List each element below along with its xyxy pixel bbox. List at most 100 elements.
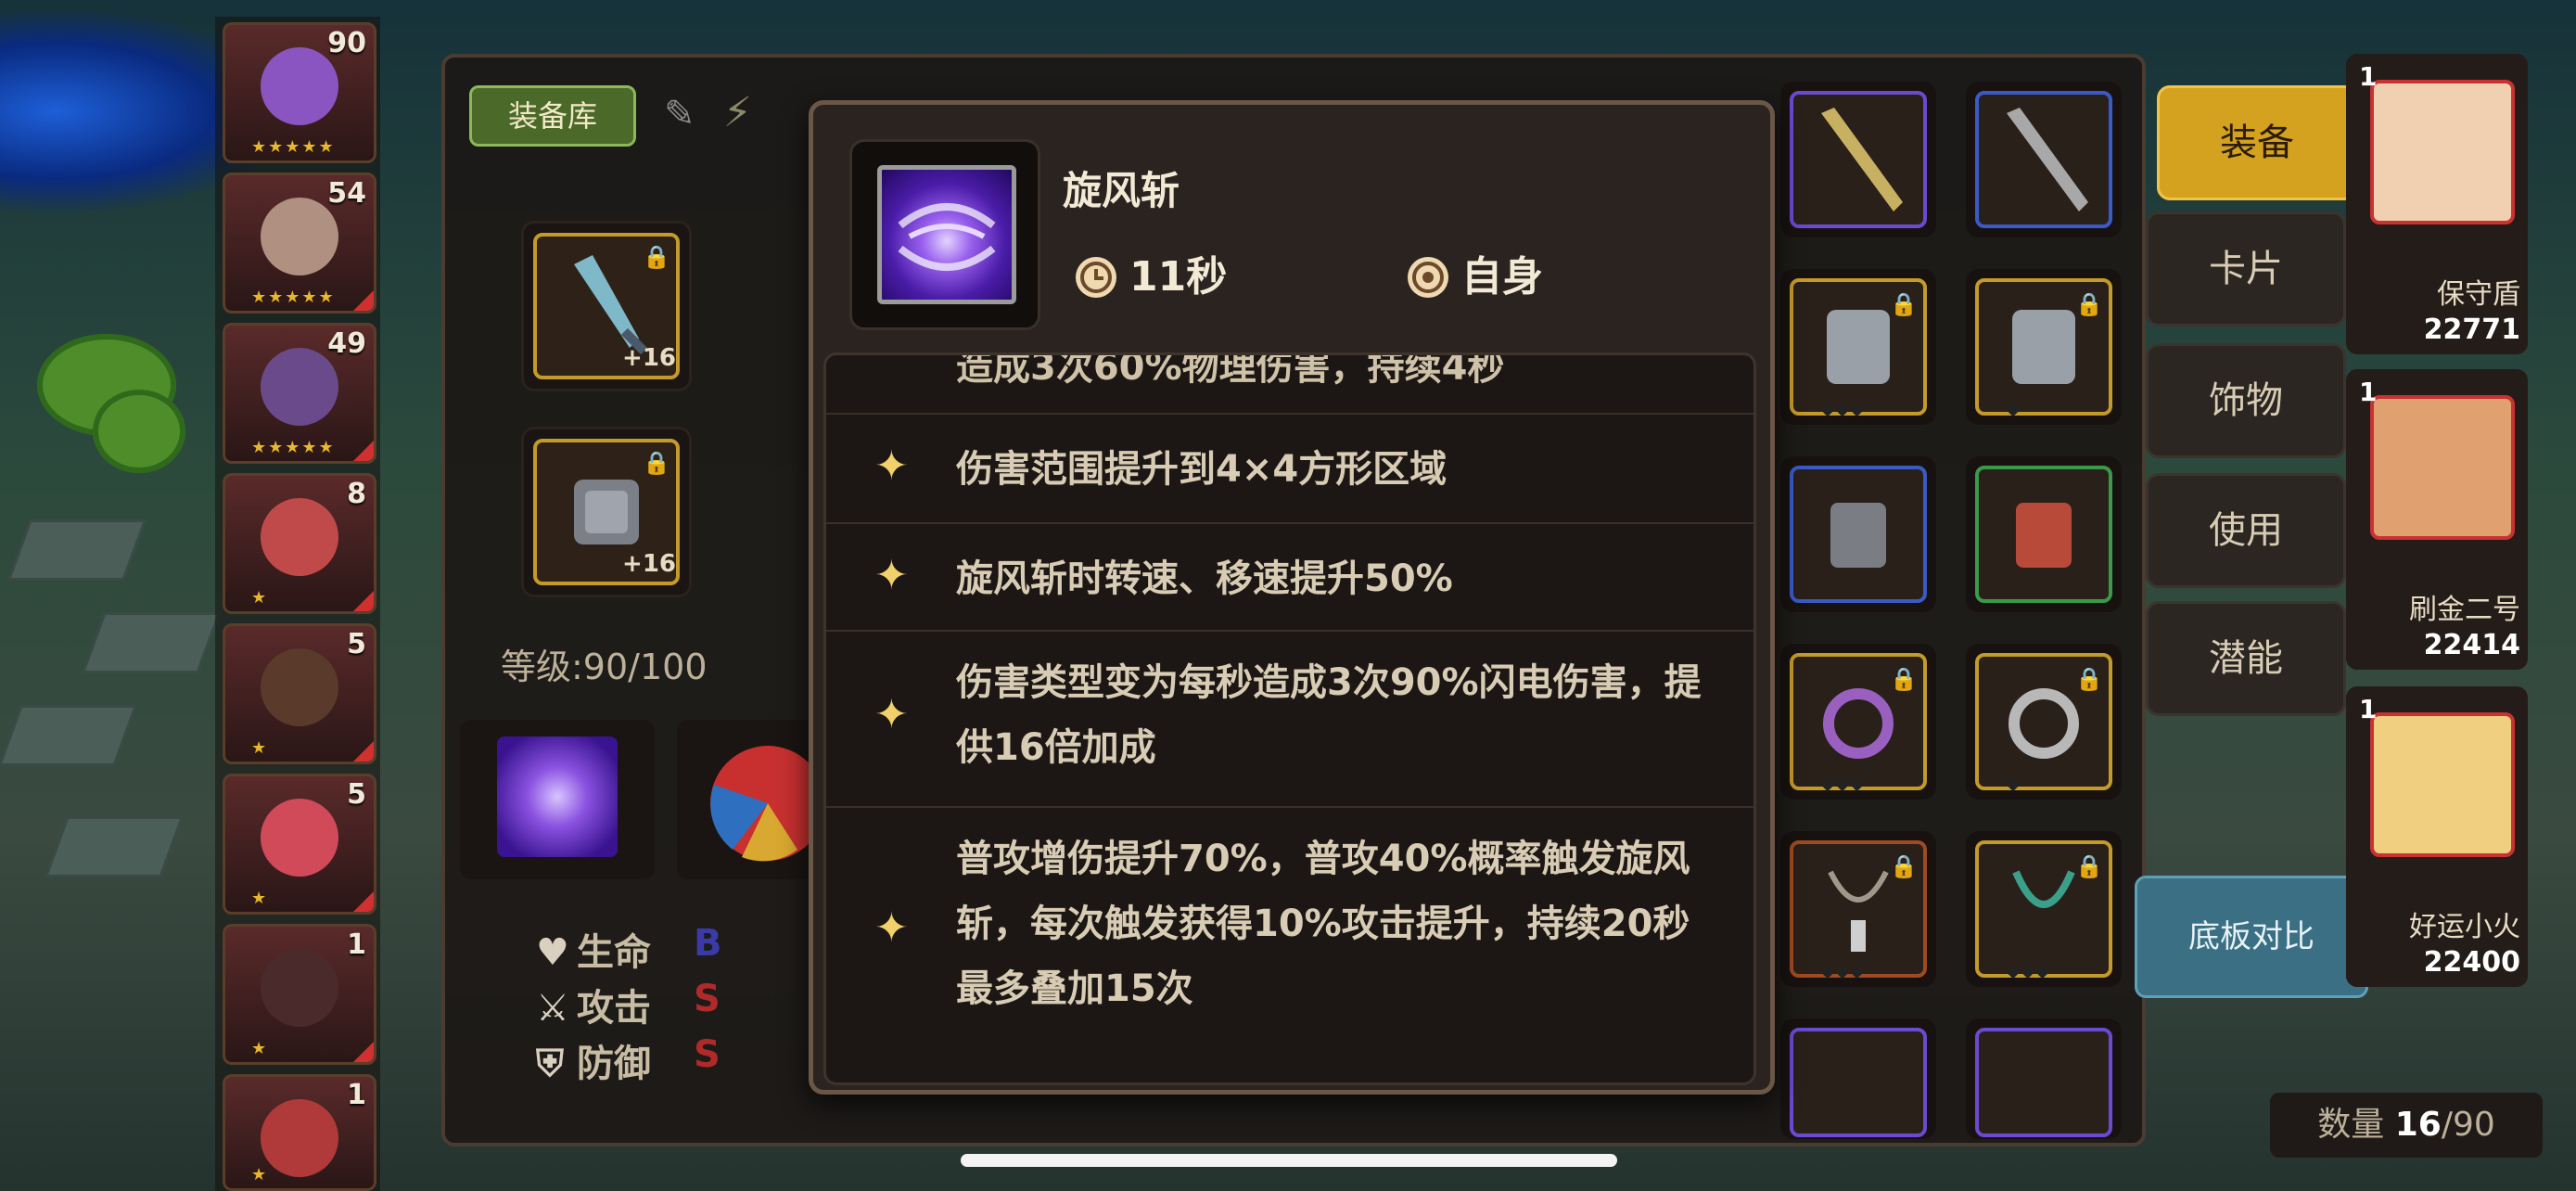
enhance-level: +16 — [622, 550, 676, 578]
hero-level: 1 — [347, 1079, 366, 1111]
sparkle-icon: ✦ — [874, 904, 909, 952]
roster-hero[interactable]: 5 ★ — [223, 774, 376, 915]
hero-level: 90 — [327, 27, 366, 59]
lock-icon: 🔒 — [2075, 666, 2103, 692]
hero-level: 5 — [347, 628, 366, 660]
inventory-item[interactable] — [1966, 82, 2122, 237]
skill-title: 旋风斩 — [1063, 168, 1180, 213]
inventory-item[interactable]: 🔒 ◆◆◆ — [1780, 269, 1936, 425]
blade-icon — [1821, 108, 1903, 211]
hero-card-power: 22400 — [2423, 946, 2520, 979]
hero-stars: ★★★★★ — [251, 137, 336, 157]
inventory-item[interactable] — [1780, 82, 1936, 237]
effect-row: ✦ 伤害类型变为每秒造成3次90%闪电伤害，提供16倍加成 — [826, 630, 1753, 808]
clipped-effect-text: 造成3次60%物理伤害，持续4秒 — [956, 352, 1505, 389]
tab-potential[interactable]: 潜能 — [2146, 601, 2346, 716]
stat-attack: ⚔ 攻击 — [536, 987, 651, 1030]
sparkle-icon: ✦ — [874, 442, 909, 490]
hero-stars: ★★★★★ — [251, 288, 336, 307]
lock-icon: 🔒 — [2075, 853, 2103, 879]
inventory-item[interactable]: 🔒 ◆◆◆ — [1966, 831, 2122, 987]
level-text: 等级:90/100 — [501, 647, 708, 687]
lock-icon: 🔒 — [643, 244, 670, 270]
effect-row: ✦ 伤害范围提升到4×4方形区域 — [826, 413, 1753, 524]
whirlwind-skill-icon — [497, 736, 618, 857]
lock-icon: 🔒 — [1890, 291, 1918, 317]
lightning-icon: ⚡ — [723, 89, 752, 136]
hero-stars: ★ — [251, 1165, 269, 1185]
lock-icon: 🔒 — [1890, 853, 1918, 879]
roster-hero[interactable]: 54 ★★★★★ — [223, 173, 376, 314]
hero-card-name: 刷金二号 — [2409, 594, 2520, 626]
inventory-item[interactable]: 🔒 ◆◆◆ — [1780, 644, 1936, 800]
element-wheel-slot[interactable] — [677, 720, 825, 879]
sparkle-icon: ✦ — [874, 691, 909, 738]
element-wheel-icon — [710, 746, 825, 862]
skill-cooldown: 11秒 — [1076, 243, 1227, 302]
hero-level: 49 — [327, 327, 366, 360]
hero-stars: ★ — [251, 738, 269, 758]
skill-description[interactable]: 造成3次60%物理伤害，持续4秒 ✦ 伤害范围提升到4×4方形区域 ✦ 旋风斩时… — [823, 352, 1756, 1085]
effect-row: ✦ 普攻增伤提升70%，普攻40%概率触发旋风斩，每次触发获得10%攻击提升，持… — [826, 806, 1753, 1077]
stat-defense-grade: S — [694, 1033, 721, 1076]
inventory-item[interactable]: 🔒 ◆ — [1966, 644, 2122, 800]
inventory-item[interactable]: 🔒 ◆ — [1966, 269, 2122, 425]
hero-level: 54 — [327, 177, 366, 210]
roster-hero[interactable]: 8 ★ — [223, 473, 376, 614]
armor-slot[interactable]: 🔒 +16 — [521, 427, 692, 597]
enhance-level: +16 — [622, 344, 676, 372]
blade-icon — [2007, 108, 2088, 211]
roster-hero[interactable]: 1 ★ — [223, 924, 376, 1065]
hero-level: 1 — [347, 928, 366, 961]
hero-card-name: 保守盾 — [2437, 278, 2520, 311]
hero-card-count: 1 — [2359, 61, 2378, 92]
inventory-item[interactable] — [1780, 1018, 1936, 1139]
sparkle-icon: ✦ — [874, 552, 909, 599]
inventory-item[interactable] — [1966, 456, 2122, 612]
lock-icon: 🔒 — [2075, 291, 2103, 317]
shield-icon: ⛨ — [536, 1043, 564, 1085]
roster-hero[interactable]: 5 ★ — [223, 623, 376, 764]
hero-card[interactable]: 1 保守盾 22771 — [2346, 54, 2528, 354]
hero-card-name: 好运小火 — [2409, 911, 2520, 943]
whirlwind-skill-icon — [877, 165, 1016, 304]
stat-hp-grade: B — [694, 922, 722, 965]
sword-small-icon: ⚔ — [536, 987, 569, 1030]
hero-card-power: 22414 — [2423, 629, 2520, 661]
tab-accessories[interactable]: 饰物 — [2146, 343, 2346, 458]
skill-slot[interactable] — [460, 720, 655, 879]
heart-icon: ♥ — [536, 931, 569, 974]
hero-level: 8 — [347, 478, 366, 510]
hero-card[interactable]: 1 好运小火 22400 — [2346, 686, 2528, 987]
edit-icon[interactable]: ✎ — [664, 93, 695, 135]
roster-hero[interactable]: 1 ★ — [223, 1074, 376, 1191]
weapon-slot[interactable]: 🔒 +16 — [521, 221, 692, 391]
skill-target: 自身 — [1408, 243, 1543, 302]
compare-button[interactable]: 底板对比 — [2135, 876, 2368, 998]
hero-roster[interactable]: 90 ★★★★★ 54 ★★★★★ 49 ★★★★★ 8 ★ 5 ★ 5 ★ 1… — [215, 17, 380, 1191]
tab-cards[interactable]: 卡片 — [2146, 211, 2346, 327]
stat-attack-grade: S — [694, 978, 721, 1020]
hero-card[interactable]: 1 刷金二号 22414 — [2346, 369, 2528, 670]
home-indicator[interactable] — [961, 1154, 1617, 1167]
roster-hero[interactable]: 49 ★★★★★ — [223, 323, 376, 464]
tab-use[interactable]: 使用 — [2146, 473, 2346, 588]
vest-icon — [2016, 503, 2072, 568]
inventory-count: 数量 16/90 — [2270, 1093, 2543, 1158]
equip-library-button[interactable]: 装备库 — [469, 85, 636, 147]
lock-icon: 🔒 — [643, 450, 670, 476]
hero-stars: ★ — [251, 588, 269, 608]
tab-equipment[interactable]: 装备 — [2157, 85, 2357, 200]
hero-card-count: 1 — [2359, 694, 2378, 724]
vest-icon — [1830, 503, 1886, 568]
stat-hp: ♥ 生命 — [536, 931, 651, 974]
hero-stars: ★★★★★ — [251, 438, 336, 457]
effect-row: ✦ 旋风斩时转速、移速提升50% — [826, 522, 1753, 632]
roster-hero[interactable]: 90 ★★★★★ — [223, 22, 376, 163]
target-icon — [1408, 257, 1448, 298]
inventory-item[interactable] — [1780, 456, 1936, 612]
inventory-item[interactable] — [1966, 1018, 2122, 1139]
inventory-item[interactable]: 🔒 ◆◆◆ — [1780, 831, 1936, 987]
hero-card-power: 22771 — [2423, 314, 2520, 346]
hero-level: 5 — [347, 778, 366, 811]
